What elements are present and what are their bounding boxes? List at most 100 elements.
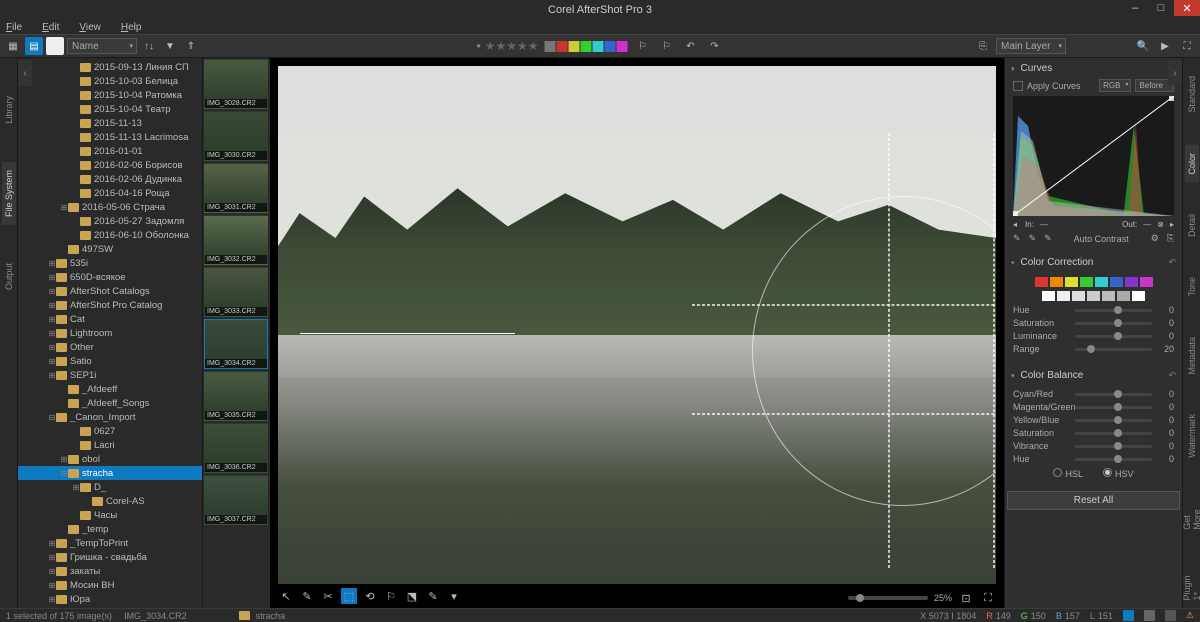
fit-icon[interactable]: ⊡	[958, 590, 974, 606]
black-point-icon[interactable]: ✎	[1013, 233, 1021, 244]
status-icon-1[interactable]	[1123, 610, 1134, 621]
tab-detail[interactable]: Detail	[1185, 206, 1199, 245]
color-swatch[interactable]	[1065, 277, 1078, 287]
maximize-button[interactable]: □	[1148, 0, 1174, 16]
color-tag[interactable]	[569, 41, 580, 52]
layer-select[interactable]: Main Layer	[996, 38, 1066, 54]
menu-view[interactable]: View	[79, 22, 101, 33]
slider-saturation[interactable]: Saturation0	[1013, 318, 1174, 328]
color-swatch[interactable]	[1140, 277, 1153, 287]
thumbnail[interactable]: IMG_3028.CR2	[204, 59, 268, 109]
tree-item[interactable]: ⊞Мосин ВН	[18, 578, 202, 592]
tree-item[interactable]: 2015-10-04 Ратомка	[18, 88, 202, 102]
status-icon-3[interactable]	[1165, 610, 1176, 621]
actual-icon[interactable]: ⛶	[980, 590, 996, 606]
view-single-icon[interactable]	[46, 37, 64, 55]
hsv-radio[interactable]: HSV	[1103, 468, 1134, 479]
panel-collapse-right[interactable]: ›	[1168, 60, 1182, 86]
tab-standard[interactable]: Standard	[1185, 68, 1199, 121]
tree-item[interactable]: 2015-10-03 Белица	[18, 74, 202, 88]
tree-item[interactable]: _Afdeeff	[18, 382, 202, 396]
zoom-slider[interactable]	[848, 596, 928, 600]
color-tag[interactable]	[617, 41, 628, 52]
apply-curves-checkbox[interactable]	[1013, 81, 1023, 91]
reset-all-button[interactable]: Reset All	[1007, 491, 1180, 510]
color-tag[interactable]	[581, 41, 592, 52]
tree-item[interactable]: ⊞650D-всякое	[18, 270, 202, 284]
slider-yellowblue[interactable]: Yellow/Blue0	[1013, 415, 1174, 425]
color-swatch[interactable]	[1057, 291, 1070, 301]
tree-item[interactable]: ⊞535i	[18, 256, 202, 270]
curve-delete-icon[interactable]: ⊗	[1157, 220, 1164, 229]
tree-item[interactable]: ⊞Юра	[18, 592, 202, 606]
tree-item[interactable]: 2016-04-16 Роща	[18, 186, 202, 200]
slider-magentagreen[interactable]: Magenta/Green0	[1013, 402, 1174, 412]
color-correction-header[interactable]: Color Correction ↶	[1007, 254, 1180, 271]
color-swatch[interactable]	[1072, 291, 1085, 301]
slider-vibrance[interactable]: Vibrance0	[1013, 441, 1174, 451]
fullscreen-icon[interactable]: ⛶	[1178, 37, 1196, 55]
search-icon[interactable]: 🔍	[1134, 37, 1152, 55]
tree-item[interactable]: ⊟stracha	[18, 466, 202, 480]
tree-item[interactable]: ⊞AfterShot Catalogs	[18, 284, 202, 298]
tree-item[interactable]: 2015-10-04 Театр	[18, 102, 202, 116]
color-tag[interactable]	[545, 41, 556, 52]
color-swatch[interactable]	[1132, 291, 1145, 301]
thumbnail-strip[interactable]: IMG_3028.CR2IMG_3030.CR2IMG_3031.CR2IMG_…	[202, 58, 270, 608]
curves-channel-select[interactable]: RGB	[1099, 79, 1131, 92]
white-point-icon[interactable]: ✎	[1044, 233, 1052, 244]
rotate-ccw-icon[interactable]: ↶	[682, 37, 700, 55]
sort-asc-icon[interactable]: ↑↓	[140, 37, 158, 55]
flag-pick-icon[interactable]: ⚐	[634, 37, 652, 55]
curves-header[interactable]: Curves ↶	[1007, 60, 1180, 77]
slider-hue[interactable]: Hue0	[1013, 305, 1174, 315]
copy-settings-icon[interactable]: ⎘	[974, 37, 992, 55]
color-tag[interactable]	[557, 41, 568, 52]
color-swatch[interactable]	[1125, 277, 1138, 287]
curves-histogram[interactable]	[1013, 96, 1174, 216]
tree-item[interactable]: 2016-06-10 Оболонка	[18, 228, 202, 242]
curves-preset-icon[interactable]: ⚙	[1151, 233, 1159, 244]
tree-item[interactable]: ⊞Satio	[18, 354, 202, 368]
tab-library[interactable]: Library	[2, 88, 16, 132]
tab-getmore[interactable]: Get More	[1180, 490, 1200, 538]
tab-color[interactable]: Color	[1185, 145, 1199, 183]
auto-contrast-button[interactable]: Auto Contrast	[1060, 234, 1143, 244]
brush-tool-icon[interactable]: ✎	[425, 588, 441, 604]
status-icon-2[interactable]	[1144, 610, 1155, 621]
tree-item[interactable]: ⊞2016-05-06 Страча	[18, 200, 202, 214]
color-swatch[interactable]	[1102, 291, 1115, 301]
crop-tool-icon[interactable]: ✂	[320, 588, 336, 604]
straighten-overlay[interactable]	[752, 196, 996, 507]
rating-stars[interactable]: ★★★★★	[477, 39, 539, 53]
slideshow-icon[interactable]: ▶	[1156, 37, 1174, 55]
tree-item[interactable]: Часы	[18, 508, 202, 522]
reset-icon[interactable]: ↶	[1168, 370, 1176, 381]
thumbnail[interactable]: IMG_3030.CR2	[204, 111, 268, 161]
color-swatch[interactable]	[1042, 291, 1055, 301]
tree-item[interactable]: ⊞AfterShot Pro Catalog	[18, 298, 202, 312]
slider-hue[interactable]: Hue0	[1013, 454, 1174, 464]
tree-item[interactable]: ⊞Гришка - свадьба	[18, 550, 202, 564]
color-swatch[interactable]	[1110, 277, 1123, 287]
tree-item[interactable]: 0627	[18, 424, 202, 438]
color-swatch[interactable]	[1035, 277, 1048, 287]
preview-image[interactable]	[278, 66, 996, 584]
straighten-tool-icon[interactable]: ⬚	[341, 588, 357, 604]
tree-item[interactable]: ⊞obol	[18, 452, 202, 466]
slider-luminance[interactable]: Luminance0	[1013, 331, 1174, 341]
folder-tree[interactable]: 2015-09-13 Линия СП2015-10-03 Белица2015…	[18, 58, 202, 608]
sort-select[interactable]: Name	[67, 38, 137, 54]
view-filmstrip-icon[interactable]: ▤	[25, 37, 43, 55]
more-tool-icon[interactable]: ▾	[446, 588, 462, 604]
tab-watermark[interactable]: Watermark	[1185, 406, 1199, 466]
redeye-tool-icon[interactable]: ⟲	[362, 588, 378, 604]
slider-range[interactable]: Range20	[1013, 344, 1174, 354]
tree-item[interactable]: ⊞Lightroom	[18, 326, 202, 340]
lum-swatches[interactable]	[1013, 291, 1174, 301]
pan-tool-icon[interactable]: ↖	[278, 588, 294, 604]
color-balance-header[interactable]: Color Balance ↶	[1007, 367, 1180, 384]
tree-item[interactable]: 2016-02-06 Борисов	[18, 158, 202, 172]
tab-metadata[interactable]: Metadata	[1185, 329, 1199, 383]
thumbnail[interactable]: IMG_3033.CR2	[204, 267, 268, 317]
